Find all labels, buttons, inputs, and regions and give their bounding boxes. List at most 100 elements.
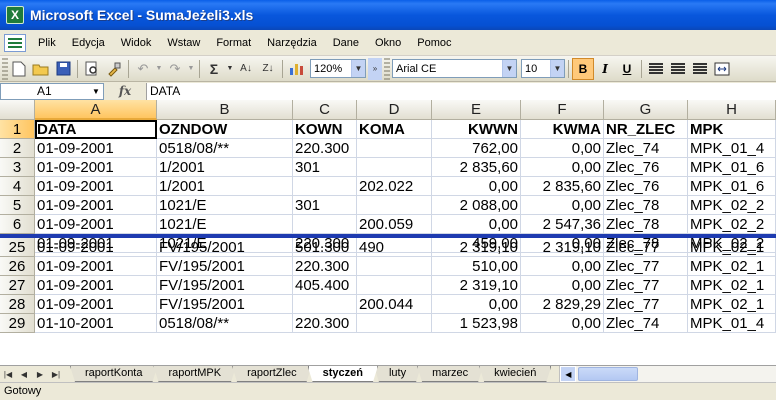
align-center-icon[interactable] bbox=[667, 58, 689, 80]
column-header-h[interactable]: H bbox=[688, 100, 776, 120]
cell-e2[interactable]: 762,00 bbox=[432, 139, 521, 158]
cell-a28[interactable]: 01-09-2001 bbox=[35, 295, 157, 314]
cell-h25[interactable]: MPK_02_1 bbox=[688, 238, 776, 257]
cell-a5[interactable]: 01-09-2001 bbox=[35, 196, 157, 215]
row-header[interactable]: 26 bbox=[0, 257, 35, 276]
cell-f27[interactable]: 0,00 bbox=[521, 276, 604, 295]
cell-b3[interactable]: 1/2001 bbox=[157, 158, 293, 177]
cell-d6[interactable]: 200.059 bbox=[357, 215, 432, 234]
font-size-select[interactable]: 10 ▼ bbox=[521, 59, 565, 78]
formula-input[interactable]: DATA bbox=[146, 82, 776, 100]
save-icon[interactable] bbox=[52, 58, 74, 80]
cell-c2[interactable]: 220.300 bbox=[293, 139, 357, 158]
horizontal-scrollbar[interactable]: ◀ bbox=[559, 366, 776, 382]
cell-d27[interactable] bbox=[357, 276, 432, 295]
workbook-icon[interactable] bbox=[4, 33, 26, 52]
cell-b28[interactable]: FV/195/2001 bbox=[157, 295, 293, 314]
cell-a4[interactable]: 01-09-2001 bbox=[35, 177, 157, 196]
menu-format[interactable]: Format bbox=[208, 32, 259, 54]
row-header[interactable]: 6 bbox=[0, 215, 35, 234]
row-header[interactable]: 4 bbox=[0, 177, 35, 196]
cell-h3[interactable]: MPK_01_6 bbox=[688, 158, 776, 177]
cell-e5[interactable]: 2 088,00 bbox=[432, 196, 521, 215]
bold-button[interactable]: B bbox=[572, 57, 594, 80]
cell-h29[interactable]: MPK_01_4 bbox=[688, 314, 776, 333]
cell-e28[interactable]: 0,00 bbox=[432, 295, 521, 314]
cell-d4[interactable]: 202.022 bbox=[357, 177, 432, 196]
cell-h1[interactable]: MPK bbox=[688, 120, 776, 139]
toolbar-options-icon[interactable]: » bbox=[368, 57, 382, 80]
open-folder-icon[interactable] bbox=[30, 58, 52, 80]
cell-g26[interactable]: Zlec_77 bbox=[604, 257, 688, 276]
excel-app-icon[interactable]: X bbox=[6, 6, 24, 24]
menu-narzedzia[interactable]: Narzędzia bbox=[259, 32, 325, 54]
cell-c1[interactable]: KOWN bbox=[293, 120, 357, 139]
cell-b2[interactable]: 0518/08/** bbox=[157, 139, 293, 158]
sort-ascending-icon[interactable]: A↓ bbox=[235, 58, 257, 80]
cell-d25[interactable]: 490 bbox=[357, 238, 432, 257]
format-painter-icon[interactable] bbox=[103, 58, 125, 80]
cell-c28[interactable] bbox=[293, 295, 357, 314]
menu-pomoc[interactable]: Pomoc bbox=[409, 32, 459, 54]
cell-c6[interactable] bbox=[293, 215, 357, 234]
cell-d26[interactable] bbox=[357, 257, 432, 276]
chevron-down-icon[interactable]: ▼ bbox=[351, 60, 365, 77]
merge-center-icon[interactable] bbox=[711, 58, 733, 80]
cell-c25[interactable]: 501.300 bbox=[293, 238, 357, 257]
row-header[interactable]: 27 bbox=[0, 276, 35, 295]
menu-okno[interactable]: Okno bbox=[367, 32, 409, 54]
cell-a29[interactable]: 01-10-2001 bbox=[35, 314, 157, 333]
cell-g3[interactable]: Zlec_76 bbox=[604, 158, 688, 177]
toolbar-grip[interactable] bbox=[384, 57, 390, 80]
cell-h4[interactable]: MPK_01_6 bbox=[688, 177, 776, 196]
prev-sheet-icon[interactable]: ◀ bbox=[16, 366, 32, 382]
cell-f5[interactable]: 0,00 bbox=[521, 196, 604, 215]
cell-c26[interactable]: 220.300 bbox=[293, 257, 357, 276]
align-left-icon[interactable] bbox=[645, 58, 667, 80]
cell-g25[interactable]: Zlec_77 bbox=[604, 238, 688, 257]
menu-plik[interactable]: Plik bbox=[30, 32, 64, 54]
redo-dropdown-icon[interactable]: ▼ bbox=[186, 58, 196, 80]
italic-button[interactable]: I bbox=[594, 58, 616, 80]
cell-d3[interactable] bbox=[357, 158, 432, 177]
column-header-g[interactable]: G bbox=[604, 100, 688, 120]
cell-e3[interactable]: 2 835,60 bbox=[432, 158, 521, 177]
column-header-f[interactable]: F bbox=[521, 100, 604, 120]
cell-c27[interactable]: 405.400 bbox=[293, 276, 357, 295]
cell-b29[interactable]: 0518/08/** bbox=[157, 314, 293, 333]
cell-b5[interactable]: 1021/E bbox=[157, 196, 293, 215]
cell-g4[interactable]: Zlec_76 bbox=[604, 177, 688, 196]
cell-c4[interactable] bbox=[293, 177, 357, 196]
row-header[interactable]: 1 bbox=[0, 120, 35, 139]
toolbar-grip[interactable] bbox=[2, 57, 8, 80]
cell-b26[interactable]: FV/195/2001 bbox=[157, 257, 293, 276]
row-header[interactable]: 25 bbox=[0, 238, 35, 257]
cell-f28[interactable]: 2 829,29 bbox=[521, 295, 604, 314]
scroll-left-icon[interactable]: ◀ bbox=[560, 366, 577, 382]
cell-d29[interactable] bbox=[357, 314, 432, 333]
redo-icon[interactable]: ↷ bbox=[164, 58, 186, 80]
undo-dropdown-icon[interactable]: ▼ bbox=[154, 58, 164, 80]
cell-g6[interactable]: Zlec_78 bbox=[604, 215, 688, 234]
cell-f2[interactable]: 0,00 bbox=[521, 139, 604, 158]
cell-h5[interactable]: MPK_02_2 bbox=[688, 196, 776, 215]
select-all-corner[interactable] bbox=[0, 100, 35, 120]
cell-e25[interactable]: 2 319,10 bbox=[432, 238, 521, 257]
name-box[interactable]: A1 ▼ bbox=[0, 82, 104, 100]
cell-g5[interactable]: Zlec_78 bbox=[604, 196, 688, 215]
print-preview-icon[interactable] bbox=[81, 58, 103, 80]
cell-g29[interactable]: Zlec_74 bbox=[604, 314, 688, 333]
row-header[interactable]: 3 bbox=[0, 158, 35, 177]
sheet-tab-luty[interactable]: luty bbox=[374, 366, 421, 382]
cell-e4[interactable]: 0,00 bbox=[432, 177, 521, 196]
cell-d5[interactable] bbox=[357, 196, 432, 215]
cell-f26[interactable]: 0,00 bbox=[521, 257, 604, 276]
cell-c3[interactable]: 301 bbox=[293, 158, 357, 177]
cell-f3[interactable]: 0,00 bbox=[521, 158, 604, 177]
column-header-b[interactable]: B bbox=[157, 100, 293, 120]
cell-c5[interactable]: 301 bbox=[293, 196, 357, 215]
row-header[interactable]: 5 bbox=[0, 196, 35, 215]
scrollbar-thumb[interactable] bbox=[578, 367, 639, 381]
cell-h27[interactable]: MPK_02_1 bbox=[688, 276, 776, 295]
row-header[interactable]: 29 bbox=[0, 314, 35, 333]
